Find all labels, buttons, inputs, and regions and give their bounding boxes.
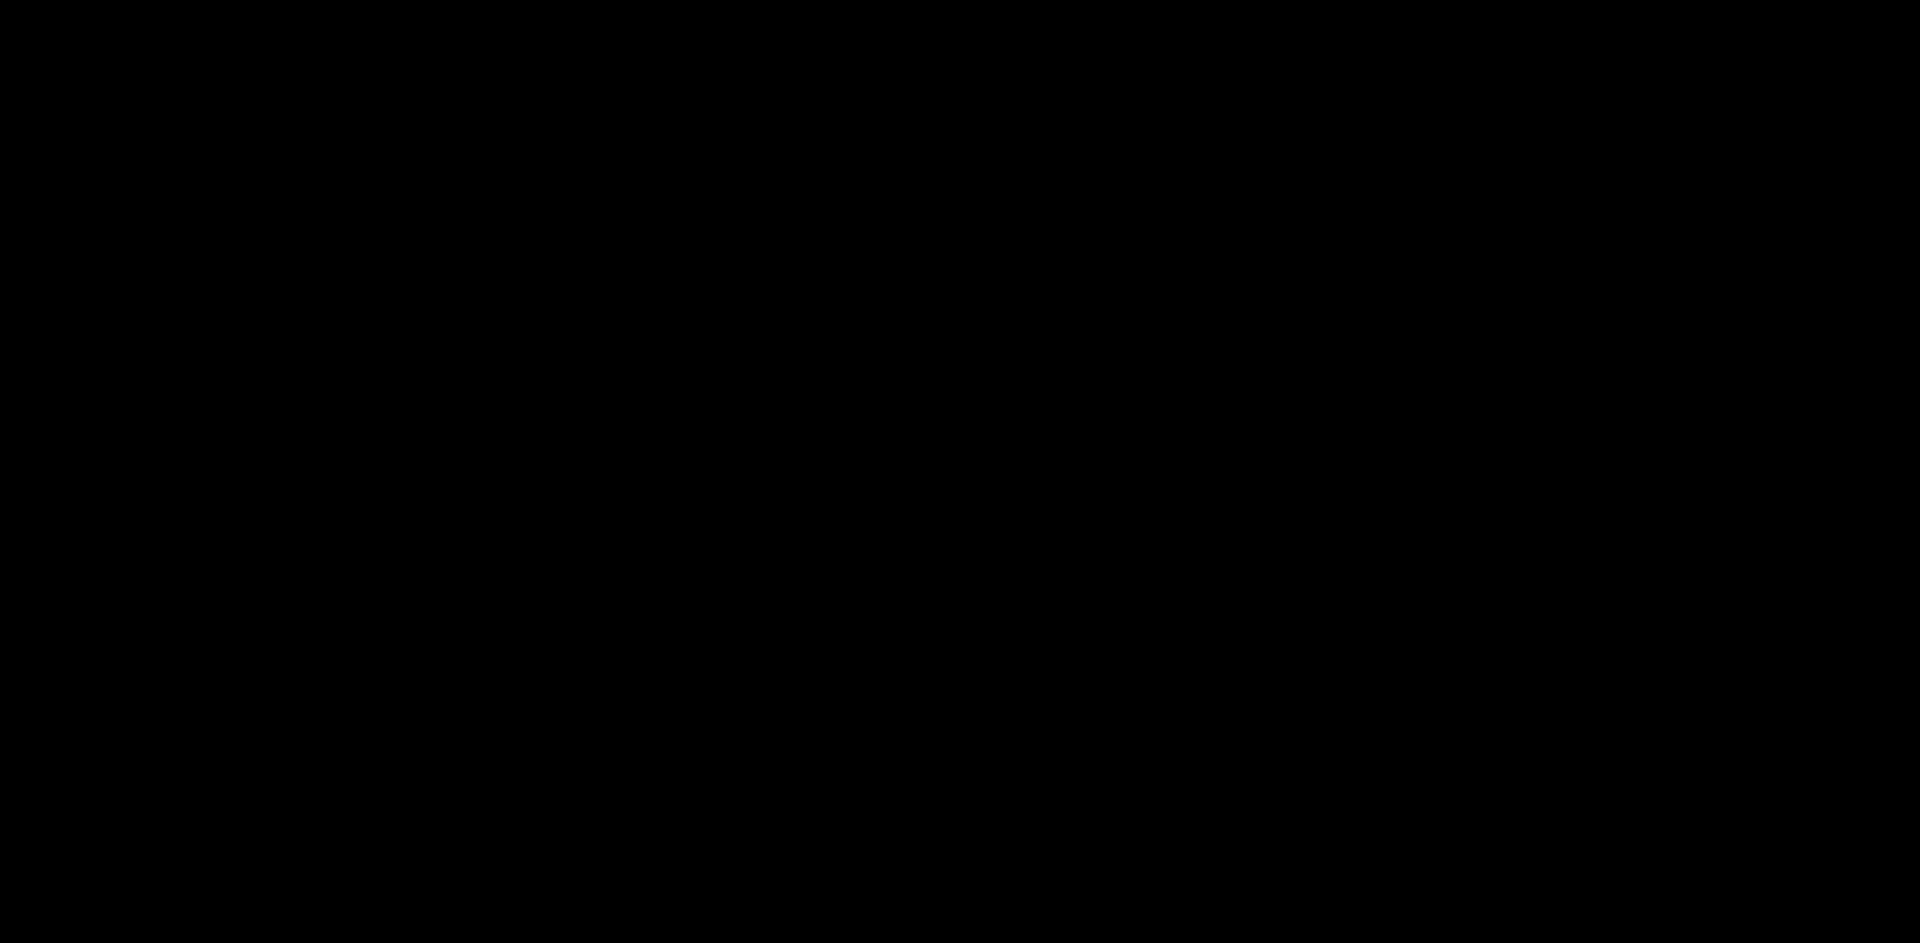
spek-window bbox=[0, 0, 1920, 943]
app-brand bbox=[1909, 5, 1912, 23]
db-colorbar bbox=[1840, 62, 1851, 902]
spectrogram bbox=[60, 62, 1827, 902]
